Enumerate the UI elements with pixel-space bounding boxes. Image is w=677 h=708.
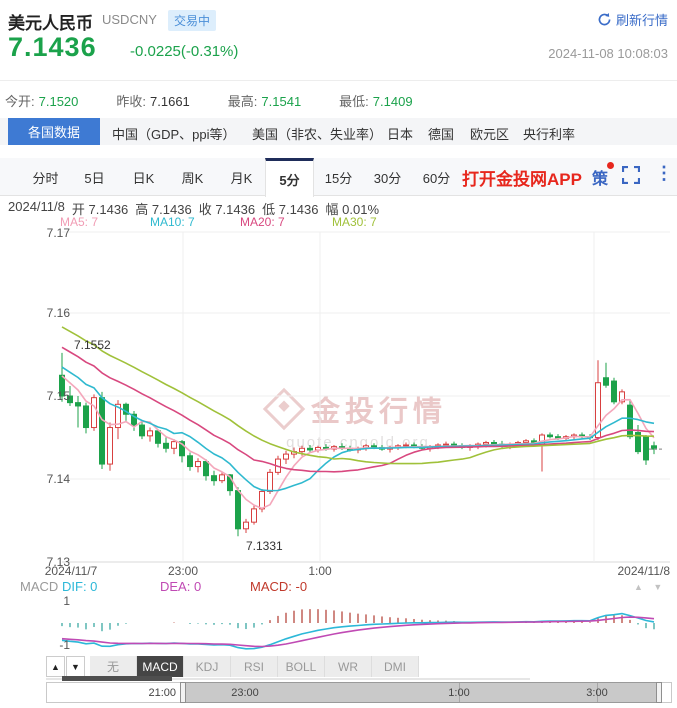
tab-central-bank-rates[interactable]: 央行利率 [523, 124, 575, 143]
notification-dot [607, 162, 614, 169]
macd-readout: MACD: -0 [250, 579, 307, 594]
y-axis-label: 7.14 [30, 472, 70, 486]
trading-status-badge: 交易中 [168, 10, 216, 31]
tab-60min[interactable]: 60分 [412, 158, 461, 196]
tab-us-nfp[interactable]: 美国（非农、失业率） [252, 124, 382, 143]
y-axis-label: 7.15 [30, 389, 70, 403]
current-price: 7.1436 [8, 32, 97, 63]
tab-30min[interactable]: 30分 [363, 158, 412, 196]
stat-low: 最低:7.1409 [339, 91, 412, 111]
fullscreen-icon[interactable] [622, 166, 640, 189]
y-axis-label: 7.16 [30, 306, 70, 320]
x-axis-label: 2024/11/7 [35, 564, 107, 578]
tab-country-data[interactable]: 各国数据 [8, 118, 100, 145]
tab-weekly-k[interactable]: 周K [168, 158, 217, 196]
page-title: 美元人民币 [8, 9, 93, 34]
tab-5day[interactable]: 5日 [70, 158, 119, 196]
tab-japan[interactable]: 日本 [387, 124, 413, 143]
tab-5min-selected[interactable]: 5分 [265, 158, 314, 197]
macd-axis-label: -1 [30, 638, 70, 652]
tab-daily-k[interactable]: 日K [119, 158, 168, 196]
y-axis-label: 7.17 [30, 226, 70, 240]
refresh-quotes-button[interactable]: 刷新行情 [597, 10, 668, 29]
tab-monthly-k[interactable]: 月K [217, 158, 266, 196]
watermark: 金投行情 quote.cngold.org [238, 388, 478, 451]
tab-germany[interactable]: 德国 [428, 124, 454, 143]
stat-prev-close: 昨收:7.1661 [116, 91, 189, 111]
more-menu-icon[interactable]: ⋮ [655, 163, 673, 184]
tab-15min[interactable]: 15分 [314, 158, 363, 196]
open-app-link[interactable]: 打开金投网APP [462, 165, 582, 190]
tab-indicator-kdj[interactable]: KDJ [184, 656, 231, 677]
datazoom-left-handle[interactable] [180, 682, 186, 703]
daily-stats-row: 今开:7.1520 昨收:7.1661 最高:7.1541 最低:7.1409 [5, 91, 413, 111]
tab-china-gdp-ppi[interactable]: 中国（GDP、ppi等） [112, 124, 236, 143]
navigator-label: 3:00 [574, 687, 620, 699]
x-axis-label: 23:00 [158, 564, 208, 578]
indicator-down-button[interactable]: ▼ [66, 656, 85, 677]
ma30-readout: MA30: 7 [332, 215, 377, 229]
datazoom-right-handle[interactable] [656, 682, 662, 703]
symbol-code: USDCNY [102, 12, 157, 27]
header-divider [0, 80, 677, 81]
ma20-readout: MA20: 7 [240, 215, 285, 229]
usdcny-quote-page: 美元人民币 USDCNY 交易中 刷新行情 7.1436 -0.0225(-0.… [0, 0, 677, 708]
tab-indicator-rsi[interactable]: RSI [231, 656, 278, 677]
tab-indicator-dmi[interactable]: DMI [372, 656, 419, 677]
tab-indicator-boll[interactable]: BOLL [278, 656, 325, 677]
tab-indicator-macd-selected[interactable]: MACD [137, 656, 184, 677]
tab-timeline[interactable]: 分时 [21, 158, 70, 196]
tab-indicator-none[interactable]: 无 [90, 656, 137, 677]
quote-timestamp: 2024-11-08 10:08:03 [548, 46, 668, 61]
high-annotation: 7.1552 [74, 338, 111, 352]
price-change: -0.0225(-0.31%) [130, 43, 238, 60]
low-annotation: 7.1331 [246, 539, 283, 553]
indicator-up-button[interactable]: ▲ [46, 656, 65, 677]
navigator-label: 1:00 [436, 687, 482, 699]
dif-readout: DIF: 0 [62, 579, 97, 594]
stat-high: 最高:7.1541 [228, 91, 301, 111]
tab-eurozone[interactable]: 欧元区 [470, 124, 509, 143]
macd-axis-label: 1 [30, 594, 70, 608]
navigator-label: 21:00 [130, 687, 176, 699]
strategy-button[interactable]: 策 [592, 165, 608, 189]
tabbar-scroll-thumb[interactable] [62, 676, 172, 681]
ohlc-date: 2024/11/8 [8, 199, 65, 218]
tab-indicator-wr[interactable]: WR [325, 656, 372, 677]
ma10-readout: MA10: 7 [150, 215, 195, 229]
refresh-label: 刷新行情 [616, 10, 668, 29]
x-axis-label: 2024/11/8 [598, 564, 670, 578]
navigator-label: 23:00 [222, 687, 268, 699]
x-axis-label: 1:00 [295, 564, 345, 578]
dea-readout: DEA: 0 [160, 579, 201, 594]
macd-collapse-arrows[interactable]: ▲ ▼ [634, 582, 666, 592]
refresh-icon [597, 12, 612, 27]
candlestick-chart-canvas[interactable] [0, 225, 677, 708]
stat-open: 今开:7.1520 [5, 91, 78, 111]
macd-panel-title: MACD [20, 579, 58, 594]
watermark-logo-icon [263, 388, 305, 430]
